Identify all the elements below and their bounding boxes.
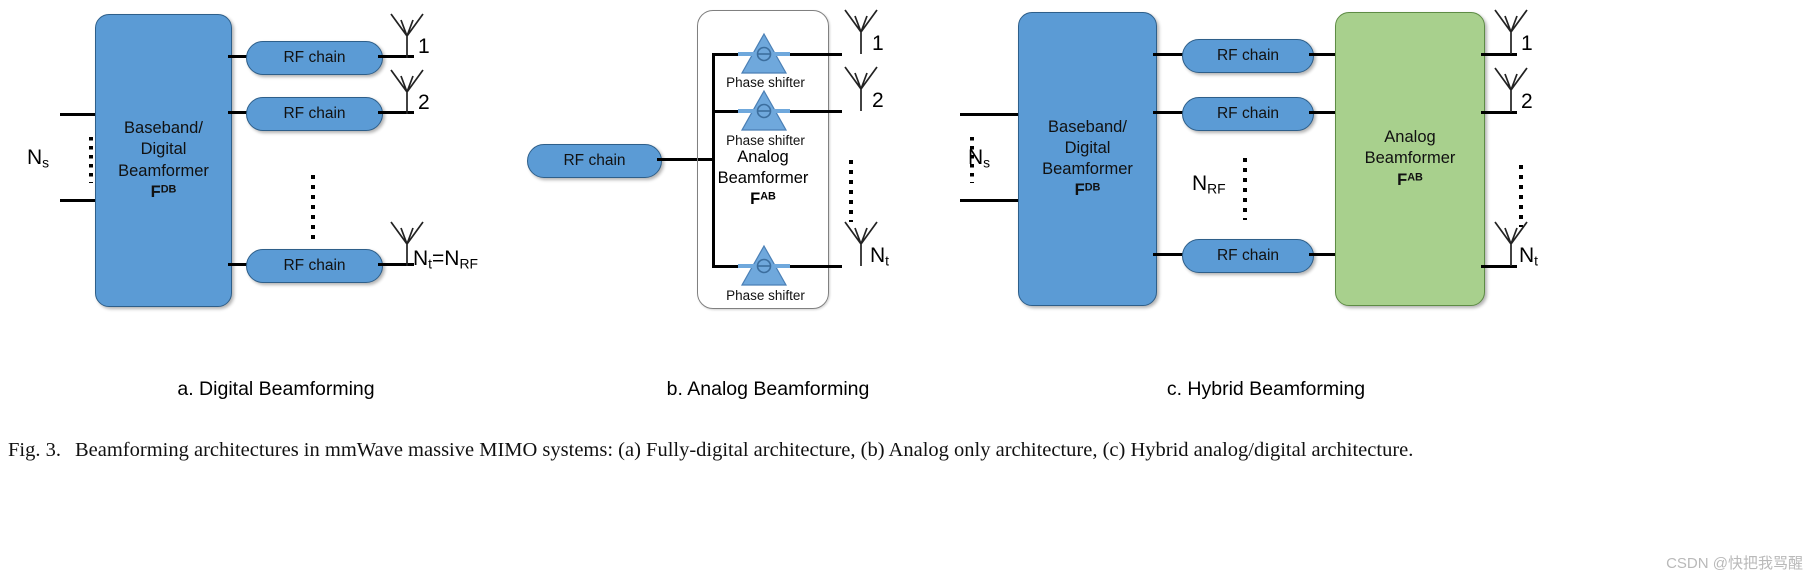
panel-c-antenna-1-label: 1 bbox=[1521, 32, 1533, 55]
panel-c-rf-ellipsis bbox=[1243, 158, 1247, 220]
panel-a-block-line2: Digital bbox=[140, 140, 187, 159]
panel-c-analog-symbol: F bbox=[1397, 170, 1408, 189]
panel-c-nrf-label: NRF bbox=[1192, 172, 1226, 197]
figure-canvas: Ns Baseband/ Digital Beamformer FDB RF c… bbox=[0, 0, 1813, 583]
panel-a-caption: a. Digital Beamforming bbox=[177, 378, 375, 400]
panel-b-phase-shifter-3-icon[interactable] bbox=[736, 240, 792, 295]
panel-b-block-line2: Beamformer bbox=[717, 169, 809, 188]
panel-a-rf-chain-1-label: RF chain bbox=[283, 49, 346, 66]
panel-a-block-line3: Beamformer bbox=[118, 161, 209, 180]
figure-caption-number: Fig. 3. bbox=[8, 439, 61, 461]
panel-a-antenna-3-label: Nt=NRF bbox=[413, 247, 478, 272]
panel-c-rf-chain-2[interactable]: RF chain bbox=[1182, 97, 1314, 131]
panel-a-digital-beamformer-block[interactable]: Baseband/ Digital Beamformer FDB bbox=[95, 14, 232, 307]
panel-c-rf-chain-1[interactable]: RF chain bbox=[1182, 39, 1314, 73]
panel-c-rf-chain-3[interactable]: RF chain bbox=[1182, 239, 1314, 273]
panel-b-analog-block-text: Analog Beamformer FAB bbox=[700, 147, 826, 210]
figure-caption-text: Beamforming architectures in mmWave mass… bbox=[74, 439, 1414, 461]
panel-a-rf-chain-3-label: RF chain bbox=[283, 257, 346, 274]
panel-a-ns-label: Ns bbox=[27, 146, 50, 171]
panel-a-input-ellipsis bbox=[89, 137, 93, 183]
panel-b-caption: b. Analog Beamforming bbox=[666, 378, 870, 400]
panel-c-input-wire-bottom bbox=[960, 199, 1022, 202]
panel-b-phase-shifter-3-label: Phase shifter bbox=[726, 288, 805, 303]
panel-a-rf-chain-2-label: RF chain bbox=[283, 105, 346, 122]
panel-b-block-symbol: F bbox=[750, 190, 761, 209]
panel-c-antenna-3-label: Nt bbox=[1519, 244, 1539, 269]
panel-c-rf-chain-2-label: RF chain bbox=[1216, 105, 1280, 122]
panel-b-block-symbol-sup: AB bbox=[760, 190, 776, 203]
panel-c-digital-beamformer-block[interactable]: Baseband/ Digital Beamformer FDB bbox=[1018, 12, 1157, 306]
panel-b-rf-chain[interactable]: RF chain bbox=[527, 144, 662, 178]
panel-c-digital-line1: Baseband/ bbox=[1048, 117, 1127, 136]
panel-c-wire-digital-rf1 bbox=[1153, 53, 1185, 56]
panel-b-block-line1: Analog bbox=[737, 148, 789, 166]
panel-a-rf-chain-2[interactable]: RF chain bbox=[246, 97, 383, 131]
panel-c-caption: c. Hybrid Beamforming bbox=[1166, 378, 1366, 400]
panel-c-rf-chain-3-label: RF chain bbox=[1216, 247, 1280, 264]
panel-a-rf-chain-3[interactable]: RF chain bbox=[246, 249, 383, 283]
panel-b-rf-chain-label: RF chain bbox=[563, 152, 626, 169]
panel-c-ns-label: Ns bbox=[968, 146, 991, 171]
panel-c-digital-symbol: F bbox=[1074, 181, 1085, 200]
panel-c-analog-line1: Analog bbox=[1384, 128, 1436, 147]
panel-c-digital-symbol-sup: DB bbox=[1084, 181, 1101, 194]
panel-c-wire-digital-rf3 bbox=[1153, 253, 1185, 256]
panel-a-rf-ellipsis bbox=[311, 175, 315, 243]
panel-c-analog-symbol-sup: AB bbox=[1407, 170, 1423, 183]
panel-a-block-symbol: F bbox=[150, 182, 161, 201]
panel-b-antenna-ellipsis bbox=[849, 160, 853, 222]
panel-c-antenna-2-label: 2 bbox=[1521, 90, 1533, 113]
panel-a-antenna-2-label: 2 bbox=[418, 91, 430, 114]
panel-a-block-symbol-sup: DB bbox=[160, 183, 177, 196]
panel-b-antenna-1-label: 1 bbox=[872, 32, 884, 55]
figure-caption: Fig. 3. Beamforming architectures in mmWa… bbox=[8, 436, 1808, 465]
panel-c-wire-rf1-analog bbox=[1309, 53, 1337, 56]
panel-c-wire-digital-rf2 bbox=[1153, 111, 1185, 114]
panel-c-analog-beamformer-block[interactable]: Analog Beamformer FAB bbox=[1335, 12, 1485, 306]
panel-c-wire-rf2-analog bbox=[1309, 111, 1337, 114]
panel-c-digital-line3: Beamformer bbox=[1042, 160, 1133, 178]
panel-c-rf-chain-1-label: RF chain bbox=[1216, 47, 1280, 64]
panel-b-phase-shifter-2-label: Phase shifter bbox=[726, 133, 805, 148]
watermark: CSDN @快把我骂醒 bbox=[1666, 555, 1803, 572]
panel-b-antenna-3-label: Nt bbox=[870, 244, 890, 269]
panel-c-digital-line2: Digital bbox=[1064, 138, 1111, 157]
panel-c-wire-rf3-analog bbox=[1309, 253, 1337, 256]
panel-a-block-line1: Baseband/ bbox=[124, 119, 203, 138]
panel-b-phase-shifter-2-icon[interactable] bbox=[736, 85, 792, 140]
panel-c-input-wire-top bbox=[960, 113, 1022, 116]
panel-a-antenna-1-label: 1 bbox=[418, 35, 430, 58]
panel-a-rf-chain-1[interactable]: RF chain bbox=[246, 41, 383, 75]
panel-c-analog-line2: Beamformer bbox=[1364, 149, 1456, 168]
panel-b-antenna-2-label: 2 bbox=[872, 89, 884, 112]
